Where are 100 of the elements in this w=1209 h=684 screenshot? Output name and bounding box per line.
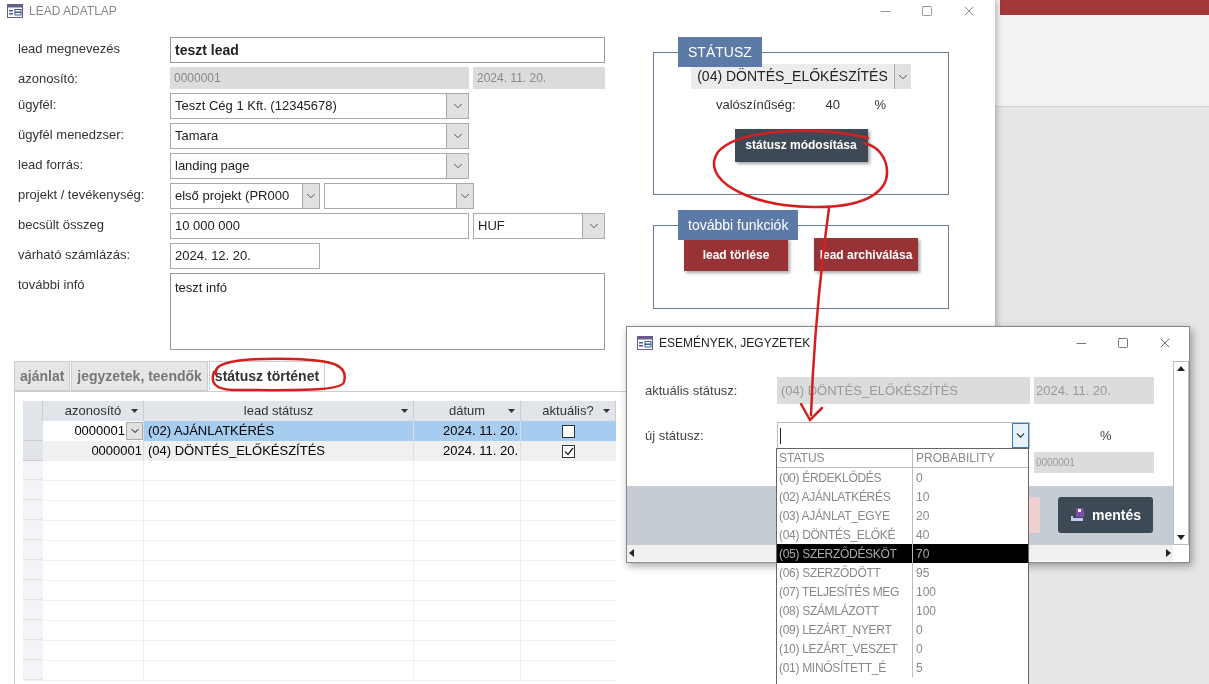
dropdown-arrow-button[interactable]: [1012, 423, 1029, 448]
list-option[interactable]: (06) SZERZŐDÖTT 95: [777, 563, 1028, 582]
combo-value: Teszt Cég 1 Kft. (12345678): [175, 97, 337, 116]
maximize-icon[interactable]: [921, 5, 933, 17]
list-cell-text: 0: [916, 469, 923, 487]
combo-box[interactable]: első projekt (PR000: [170, 183, 320, 209]
field-label: lead forrás:: [18, 156, 85, 174]
probability-label: valószínűség:: [716, 96, 797, 114]
scroll-down-icon[interactable]: [1177, 535, 1185, 540]
filter-arrow-icon: [603, 409, 610, 413]
table-cell-text: 0000001: [74, 422, 126, 441]
list-option[interactable]: (08) SZÁMLÁZOTT 100: [777, 601, 1028, 620]
list-option[interactable]: (05) SZERZŐDÉSKÖT 70: [777, 544, 1028, 563]
list-cell-text: (06) SZERZŐDÖTT: [779, 564, 881, 582]
row-selector[interactable]: [23, 581, 43, 600]
row-selector[interactable]: [23, 601, 43, 620]
list-cell-text: (10) LEZÁRT_VESZET: [779, 640, 898, 658]
combo-box[interactable]: landing page: [170, 153, 469, 179]
change-status-button[interactable]: státusz módosítása: [734, 128, 868, 162]
combo-box[interactable]: [324, 183, 474, 209]
row-selector[interactable]: [23, 561, 43, 580]
list-option[interactable]: (00) ÉRDEKLŐDÉS 0: [777, 468, 1028, 487]
row-selector[interactable]: [23, 541, 43, 560]
status-combo-box[interactable]: [777, 422, 1030, 449]
list-cell-text: (03) AJÁNLAT_EGYE: [779, 507, 890, 525]
field-label: további infó: [18, 276, 86, 294]
check-icon: [563, 446, 574, 456]
scroll-up-icon[interactable]: [1177, 366, 1185, 371]
combo-box[interactable]: HUF: [473, 213, 605, 239]
list-column-header: PROBABILITY: [915, 450, 996, 467]
action-button[interactable]: lead törlése: [684, 238, 788, 271]
percent-sign: %: [1100, 426, 1112, 445]
window-title: LEAD ADATLAP: [29, 3, 117, 20]
form-icon: [7, 4, 23, 18]
list-cell-text: (02) AJÁNLATKÉRÉS: [779, 488, 891, 506]
readonly-field: 0000001: [170, 67, 469, 89]
form-icon: [637, 336, 653, 350]
maximize-icon[interactable]: [1117, 337, 1129, 349]
row-selector[interactable]: [23, 481, 43, 500]
list-cell-text: (04) DÖNTÉS_ELŐKÉ: [779, 526, 896, 544]
dialog-title: ESEMÉNYEK, JEGYZETEK: [659, 334, 811, 352]
combo-value: Tamara: [175, 127, 219, 146]
filter-arrow-icon: [131, 409, 138, 413]
table-cell-text: 2024. 11. 20.: [443, 442, 518, 461]
table-cell-text: (02) AJÁNLATKÉRÉS: [148, 422, 275, 441]
list-cell-text: 100: [916, 602, 937, 620]
list-cell-text: (00) ÉRDEKLŐDÉS: [779, 469, 882, 487]
row-selector[interactable]: [23, 441, 43, 461]
table-row[interactable]: 0000001 (04) DÖNTÉS_ELŐKÉSZÍTÉS 2024. 11. 20.: [23, 441, 616, 461]
dropdown-arrow-button[interactable]: [126, 422, 143, 440]
row-selector[interactable]: [23, 521, 43, 540]
list-option[interactable]: (07) TELJESÍTÉS MEG 100: [777, 582, 1028, 601]
combo-value: (04) DÖNTÉS_ELŐKÉSZÍTÉS: [696, 67, 889, 86]
scroll-left-icon[interactable]: [629, 549, 634, 557]
list-cell-text: (09) LEZÁRT_NYERT: [779, 621, 892, 639]
list-option[interactable]: (01) MINŐSÍTETT_É 5: [777, 658, 1028, 677]
row-selector[interactable]: [23, 501, 43, 520]
save-icon: [1070, 508, 1084, 522]
list-option[interactable]: (02) AJÁNLATKÉRÉS 10: [777, 487, 1028, 506]
combo-value: landing page: [175, 157, 250, 176]
field-label: ügyfél menedzser:: [18, 126, 126, 144]
table-cell-text: 2024. 11. 20.: [443, 422, 518, 441]
field-label: lead megnevezés: [18, 40, 121, 58]
status-combo-box[interactable]: (04) DÖNTÉS_ELŐKÉSZÍTÉS: [691, 64, 911, 89]
checkbox[interactable]: [562, 444, 575, 458]
tab[interactable]: ajánlat: [14, 361, 71, 391]
list-option[interactable]: (09) LEZÁRT_NYERT 0: [777, 620, 1028, 639]
row-selector[interactable]: [23, 461, 43, 480]
tab[interactable]: jegyzetek, teendők: [71, 361, 208, 391]
list-option[interactable]: (03) AJÁNLAT_EGYE 20: [777, 506, 1028, 525]
text-field[interactable]: 10 000 000: [170, 213, 469, 239]
filter-arrow-icon: [508, 409, 515, 413]
dropdown-arrow-button[interactable]: [893, 64, 911, 89]
list-cell-text: 0: [916, 621, 923, 639]
save-button[interactable]: mentés: [1058, 497, 1153, 533]
combo-box[interactable]: Teszt Cég 1 Kft. (12345678): [170, 93, 469, 119]
row-selector[interactable]: [23, 641, 43, 660]
checkbox[interactable]: [562, 424, 575, 438]
list-cell-text: (05) SZERZŐDÉSKÖT: [779, 545, 897, 563]
text-field[interactable]: 2024. 12. 20.: [170, 243, 320, 269]
text-field[interactable]: teszt lead: [170, 37, 605, 63]
row-selector[interactable]: [23, 661, 43, 680]
list-option[interactable]: (10) LEZÁRT_VESZET 0: [777, 639, 1028, 658]
row-selector[interactable]: [23, 621, 43, 640]
table-row[interactable]: 0000001 (02) AJÁNLATKÉRÉS 2024. 11. 20.: [23, 421, 616, 441]
table-cell-text: 0000001: [91, 442, 143, 461]
readonly-field: 2024. 11. 20.: [1034, 377, 1154, 404]
action-button[interactable]: lead archiválása: [814, 238, 918, 271]
readonly-field: 0000001: [1034, 452, 1154, 473]
list-cell-text: 100: [916, 583, 937, 601]
table-cell-text: (04) DÖNTÉS_ELŐKÉSZÍTÉS: [148, 442, 325, 461]
field-label: projekt / tevékenység:: [18, 186, 146, 204]
combo-box[interactable]: Tamara: [170, 123, 469, 149]
probability-value: 40: [825, 96, 841, 114]
field-label: várható számlázás:: [18, 246, 131, 264]
text-area[interactable]: teszt infó: [170, 273, 605, 350]
panel-title: további funkciók: [678, 210, 799, 240]
list-cell-text: (01) MINŐSÍTETT_É: [779, 659, 886, 677]
row-selector[interactable]: [23, 421, 43, 441]
vertical-scrollbar[interactable]: [1173, 361, 1189, 545]
